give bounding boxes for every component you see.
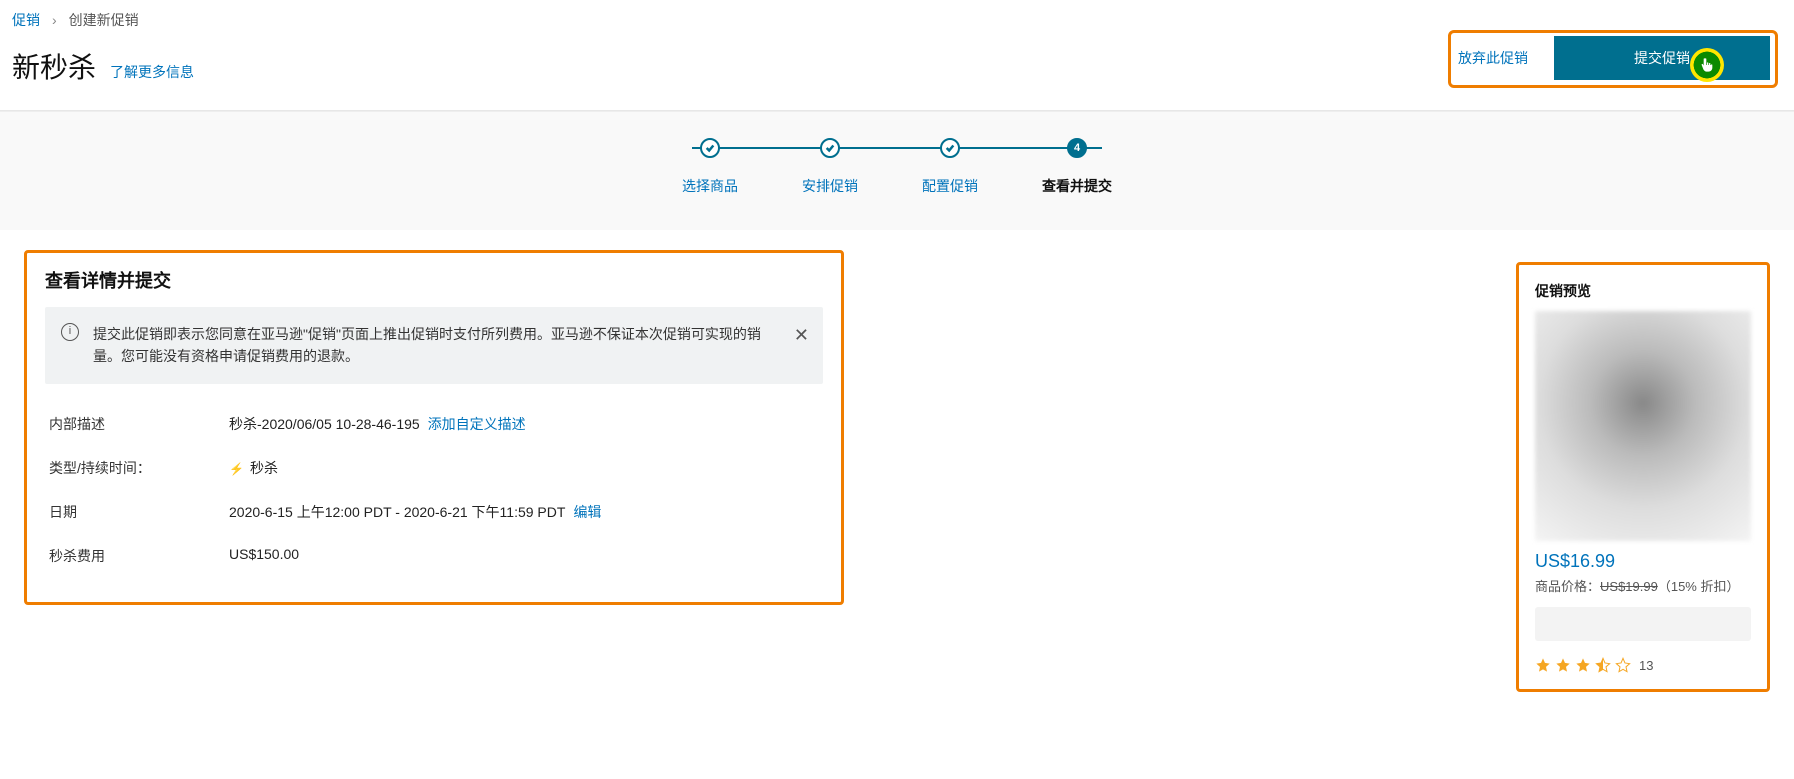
step-label: 安排促销 (802, 176, 858, 196)
product-image (1535, 311, 1751, 541)
review-panel: 查看详情并提交 i 提交此促销即表示您同意在亚马逊"促销"页面上推出促销时支付所… (24, 250, 844, 605)
deal-price: US$16.99 (1535, 551, 1751, 572)
close-icon[interactable]: ✕ (794, 321, 809, 350)
breadcrumb-root[interactable]: 促销 (12, 10, 40, 30)
row-type: 类型/持续时间： ⚡ 秒杀 (45, 446, 823, 490)
star-empty-icon (1615, 657, 1631, 673)
value: US$150.00 (229, 546, 299, 566)
lightning-icon: ⚡ (229, 462, 244, 476)
star-half-icon (1595, 657, 1611, 673)
value: 秒杀-2020/06/05 10-28-46-195 (229, 416, 420, 432)
label: 类型/持续时间： (49, 458, 229, 478)
label: 秒杀费用 (49, 546, 229, 566)
check-icon (820, 138, 840, 158)
review-count: 13 (1639, 658, 1653, 673)
info-icon: i (61, 323, 79, 341)
star-icon (1555, 657, 1571, 673)
submit-button[interactable]: 提交促销 (1554, 36, 1770, 80)
edit-date-link[interactable]: 编辑 (573, 504, 601, 520)
info-banner: i 提交此促销即表示您同意在亚马逊"促销"页面上推出促销时支付所列费用。亚马逊不… (45, 307, 823, 384)
step-label: 查看并提交 (1042, 176, 1112, 196)
step-line (692, 147, 1102, 149)
label: 内部描述 (49, 414, 229, 434)
learn-more-link[interactable]: 了解更多信息 (110, 62, 194, 82)
rating: 13 (1535, 657, 1751, 673)
review-heading: 查看详情并提交 (45, 267, 823, 293)
star-icon (1535, 657, 1551, 673)
step-label: 选择商品 (682, 176, 738, 196)
preview-heading: 促销预览 (1535, 281, 1751, 301)
step-schedule[interactable]: 安排促销 (802, 138, 858, 196)
page-title: 新秒杀 (12, 46, 96, 86)
step-label: 配置促销 (922, 176, 978, 196)
breadcrumb: 促销 › 创建新促销 (0, 0, 1794, 40)
row-fee: 秒杀费用 US$150.00 (45, 534, 823, 578)
star-icon (1575, 657, 1591, 673)
step-select-products[interactable]: 选择商品 (682, 138, 738, 196)
banner-text: 提交此促销即表示您同意在亚马逊"促销"页面上推出促销时支付所列费用。亚马逊不保证… (93, 326, 761, 364)
step-indicator: 选择商品 安排促销 配置促销 4 查看并提交 (0, 111, 1794, 230)
abandon-button[interactable]: 放弃此促销 (1450, 38, 1536, 78)
row-date: 日期 2020-6-15 上午12:00 PDT - 2020-6-21 下午1… (45, 490, 823, 534)
top-actions: 放弃此促销 提交促销 (1450, 36, 1770, 80)
add-description-link[interactable]: 添加自定义描述 (428, 416, 526, 432)
placeholder (1535, 607, 1751, 641)
preview-panel: 促销预览 US$16.99 商品价格：US$19.99（15% 折扣） 13 (1516, 262, 1770, 692)
label: 日期 (49, 502, 229, 522)
value: 秒杀 (250, 460, 278, 476)
list-price-line: 商品价格：US$19.99（15% 折扣） (1535, 576, 1751, 595)
step-number-icon: 4 (1067, 138, 1087, 158)
discount: （15% 折扣） (1658, 579, 1740, 594)
step-configure[interactable]: 配置促销 (922, 138, 978, 196)
check-icon (940, 138, 960, 158)
label: 商品价格： (1535, 579, 1600, 594)
row-internal-desc: 内部描述 秒杀-2020/06/05 10-28-46-195 添加自定义描述 (45, 402, 823, 446)
list-price: US$19.99 (1600, 579, 1658, 594)
step-review[interactable]: 4 查看并提交 (1042, 138, 1112, 196)
value: 2020-6-15 上午12:00 PDT - 2020-6-21 下午11:5… (229, 504, 565, 520)
chevron-right-icon: › (52, 12, 57, 28)
check-icon (700, 138, 720, 158)
breadcrumb-current: 创建新促销 (69, 10, 139, 30)
